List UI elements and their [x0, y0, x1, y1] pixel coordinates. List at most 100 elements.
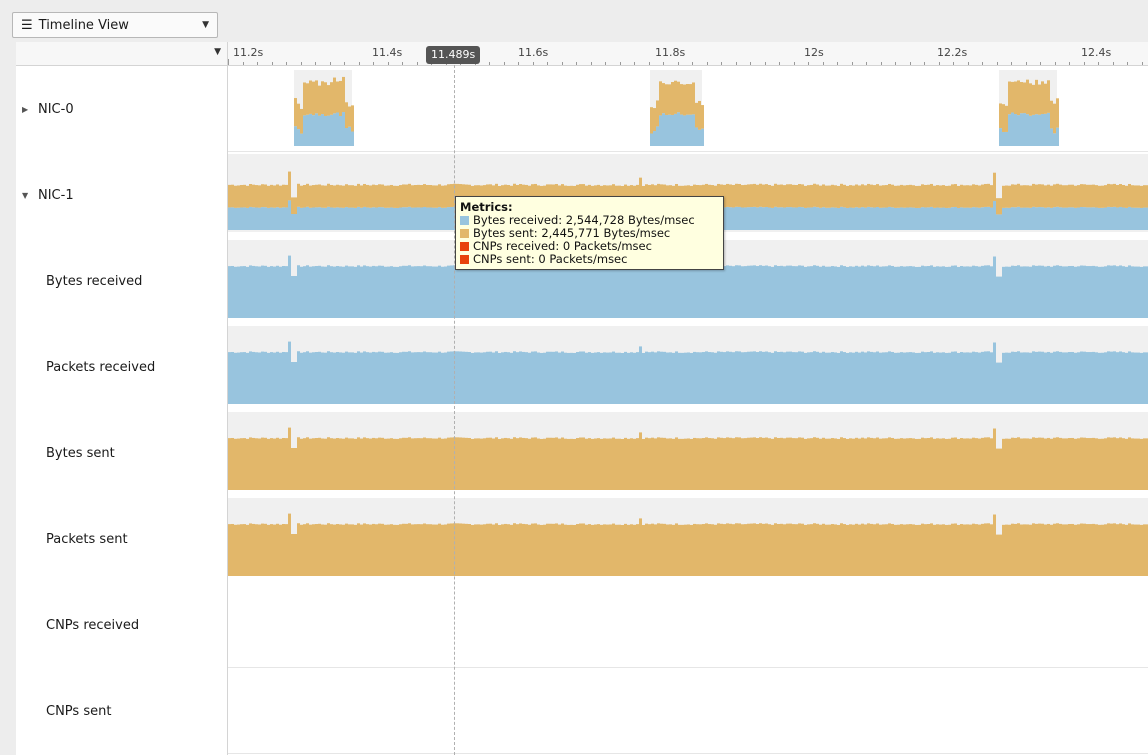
metric-bar [498, 266, 501, 318]
metric-bar [1122, 524, 1125, 576]
metric-bar [459, 265, 462, 318]
bytes-sent-bar [807, 185, 810, 208]
track-nic-0[interactable] [228, 66, 1148, 152]
metric-bar [528, 352, 531, 404]
metric-bar [258, 266, 261, 318]
bytes-sent-bar [1044, 185, 1047, 208]
metric-bar [444, 438, 447, 490]
bytes-received-bar [234, 207, 237, 230]
metric-bar [564, 438, 567, 490]
view-selector-dropdown[interactable]: ☰ Timeline View ▼ [12, 12, 218, 38]
metric-bar [909, 438, 912, 490]
metric-bar [426, 438, 429, 490]
row-bytes-received[interactable]: Bytes received [16, 238, 227, 324]
metric-bar [264, 437, 267, 490]
metric-bar [744, 352, 747, 404]
metric-bar [228, 438, 231, 490]
metric-bar [939, 352, 942, 404]
row-cnps-received[interactable]: CNPs received [16, 582, 227, 668]
metric-bar [321, 352, 324, 404]
metric-bar [285, 438, 288, 490]
bytes-received-bar [396, 207, 399, 230]
metric-bar [516, 266, 519, 318]
metric-bar [552, 437, 555, 490]
bytes-received-bar [315, 207, 318, 230]
row-packets-received[interactable]: Packets received [16, 324, 227, 410]
bytes-received-bar [951, 207, 954, 230]
metric-bar [387, 266, 390, 318]
bytes-received-bar [834, 207, 837, 230]
metric-bar [942, 524, 945, 576]
metric-bar [309, 352, 312, 404]
track-bytes-sent[interactable] [228, 410, 1148, 496]
metric-bar [867, 437, 870, 490]
axis-tick [590, 62, 592, 65]
collapse-icon[interactable]: ▼ [22, 191, 32, 200]
row-nic-0[interactable]: ▶ NIC-0 [16, 66, 227, 152]
row-packets-sent[interactable]: Packets sent [16, 496, 227, 582]
bytes-sent-bar [1050, 185, 1053, 208]
metric-bar [720, 437, 723, 490]
metric-bar [498, 352, 501, 404]
metric-bar [393, 352, 396, 404]
bytes-sent-bar [267, 185, 270, 208]
metric-bar [990, 352, 993, 404]
metric-bar [855, 523, 858, 576]
row-nic-1[interactable]: ▼ NIC-1 [16, 152, 227, 238]
bytes-received-bar [1131, 207, 1134, 230]
metric-bar [546, 351, 549, 404]
track-packets-received[interactable] [228, 324, 1148, 410]
bytes-received-bar [309, 207, 312, 230]
bytes-sent-bar [1134, 185, 1137, 208]
metric-bar [945, 524, 948, 576]
metric-bar [687, 266, 690, 318]
track-cnps-received[interactable] [228, 582, 1148, 668]
metric-bar [1035, 265, 1038, 318]
bytes-received-bar [423, 206, 426, 230]
metric-bar [900, 352, 903, 404]
metric-bar [393, 438, 396, 490]
metric-bar [885, 352, 888, 404]
track-packets-sent[interactable] [228, 496, 1148, 582]
metric-bar [237, 438, 240, 490]
metric-bar [969, 438, 972, 490]
metric-bar [441, 524, 444, 576]
metric-bar [321, 266, 324, 318]
metric-bar [996, 362, 999, 404]
timeline-panel[interactable]: 11.2s 11.4s 11.6s 11.8s 12s 12.2s 12.4s … [228, 42, 1148, 755]
expand-icon[interactable]: ▶ [22, 105, 32, 114]
metric-bar [303, 524, 306, 576]
metric-bar [729, 523, 732, 576]
metric-bar [372, 523, 375, 576]
bytes-received-bar [417, 207, 420, 230]
metric-bar [1125, 438, 1128, 490]
metric-bar [372, 265, 375, 318]
metric-bar [495, 351, 498, 404]
chevron-down-icon[interactable]: ▼ [214, 47, 221, 57]
metric-bar [399, 352, 402, 404]
bytes-sent-bar [1137, 185, 1140, 208]
metric-bar [909, 524, 912, 576]
bytes-sent-bar [327, 85, 330, 116]
bytes-received-bar [1017, 115, 1020, 146]
metric-bar [633, 266, 636, 318]
metric-bar [456, 351, 459, 404]
metric-bar [234, 438, 237, 490]
metric-bar [654, 266, 657, 318]
metric-bar [975, 438, 978, 490]
time-axis[interactable]: 11.2s 11.4s 11.6s 11.8s 12s 12.2s 12.4s … [228, 42, 1148, 66]
track-cnps-sent[interactable] [228, 668, 1148, 754]
bytes-sent-bar [261, 184, 264, 208]
metric-bar [303, 352, 306, 404]
bytes-received-bar [450, 206, 453, 230]
metric-bar [621, 438, 624, 490]
metric-bar [1080, 351, 1083, 404]
metric-bar [861, 351, 864, 404]
row-cnps-sent[interactable]: CNPs sent [16, 668, 227, 754]
metric-bar [831, 524, 834, 576]
metric-bar [609, 352, 612, 404]
bytes-received-bar [387, 207, 390, 230]
row-bytes-sent[interactable]: Bytes sent [16, 410, 227, 496]
bytes-sent-bar [665, 84, 668, 116]
metric-bar [738, 351, 741, 404]
